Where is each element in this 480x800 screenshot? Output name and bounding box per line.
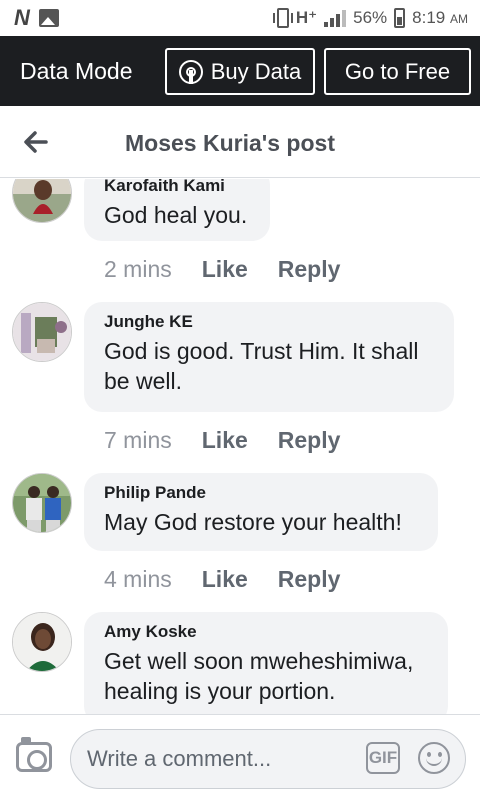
battery-percent: 56% bbox=[353, 8, 388, 27]
post-header: Moses Kuria's post bbox=[0, 106, 480, 178]
comment-bubble[interactable]: Amy Koske Get well soon mweheshimiwa, he… bbox=[84, 612, 448, 714]
data-mode-label: Data Mode bbox=[20, 57, 133, 84]
buy-data-label: Buy Data bbox=[210, 58, 302, 84]
camera-icon[interactable] bbox=[16, 737, 52, 772]
comments-list: Karofaith Kami God heal you. 2 mins Like… bbox=[0, 179, 480, 714]
comment-composer: GIF bbox=[0, 714, 480, 800]
gallery-icon bbox=[38, 9, 59, 27]
comment-author[interactable]: Junghe KE bbox=[104, 312, 434, 332]
broadcast-icon bbox=[178, 59, 203, 84]
like-button[interactable]: Like bbox=[202, 256, 248, 283]
avatar[interactable] bbox=[12, 179, 72, 223]
clock-suffix: AM bbox=[450, 12, 468, 26]
comment-bubble[interactable]: Philip Pande May God restore your health… bbox=[84, 473, 438, 551]
comment-input[interactable] bbox=[70, 729, 466, 789]
reply-button[interactable]: Reply bbox=[278, 256, 341, 283]
gif-icon[interactable]: GIF bbox=[366, 742, 400, 774]
comment-author[interactable]: Amy Koske bbox=[104, 622, 428, 642]
battery-icon bbox=[394, 8, 406, 28]
comment-text: Get well soon mweheshimiwa, healing is y… bbox=[104, 648, 414, 704]
vibrate-icon bbox=[272, 8, 293, 28]
comment-author[interactable]: Karofaith Kami bbox=[104, 179, 250, 196]
network-type: H⁺ bbox=[295, 8, 318, 27]
like-button[interactable]: Like bbox=[202, 566, 248, 593]
comment-bubble[interactable]: Karofaith Kami God heal you. bbox=[84, 179, 270, 241]
data-mode-bar: Data Mode Buy Data Go to Free bbox=[0, 36, 480, 106]
comment-time: 7 mins bbox=[104, 427, 172, 453]
comment-text: May God restore your health! bbox=[104, 509, 402, 535]
avatar[interactable] bbox=[12, 612, 72, 672]
go-to-free-button[interactable]: Go to Free bbox=[324, 48, 471, 95]
comment-author[interactable]: Philip Pande bbox=[104, 483, 418, 503]
avatar[interactable] bbox=[12, 302, 72, 362]
signal-strength-icon bbox=[324, 9, 347, 27]
emoji-icon[interactable] bbox=[418, 742, 450, 774]
page-title: Moses Kuria's post bbox=[125, 130, 335, 156]
comment-actions: 2 mins Like Reply bbox=[104, 256, 340, 283]
comment-actions: 7 mins Like Reply bbox=[104, 427, 340, 454]
comment-time: 2 mins bbox=[104, 256, 172, 282]
reply-button[interactable]: Reply bbox=[278, 566, 341, 593]
comment-time: 4 mins bbox=[104, 566, 172, 592]
buy-data-button[interactable]: Buy Data bbox=[165, 48, 315, 95]
comment-actions: 4 mins Like Reply bbox=[104, 566, 340, 593]
clock: 8:19 AM bbox=[412, 8, 468, 28]
clock-time: 8:19 bbox=[412, 8, 446, 27]
notification-app-icon: N bbox=[14, 5, 30, 30]
comment-bubble[interactable]: Junghe KE God is good. Trust Him. It sha… bbox=[84, 302, 454, 412]
comment-text: God is good. Trust Him. It shall be well… bbox=[104, 338, 419, 394]
comment-text: God heal you. bbox=[104, 202, 248, 228]
like-button[interactable]: Like bbox=[202, 427, 248, 454]
avatar[interactable] bbox=[12, 473, 72, 533]
reply-button[interactable]: Reply bbox=[278, 427, 341, 454]
status-bar: N H⁺ 56% 8:19 AM bbox=[0, 0, 480, 36]
